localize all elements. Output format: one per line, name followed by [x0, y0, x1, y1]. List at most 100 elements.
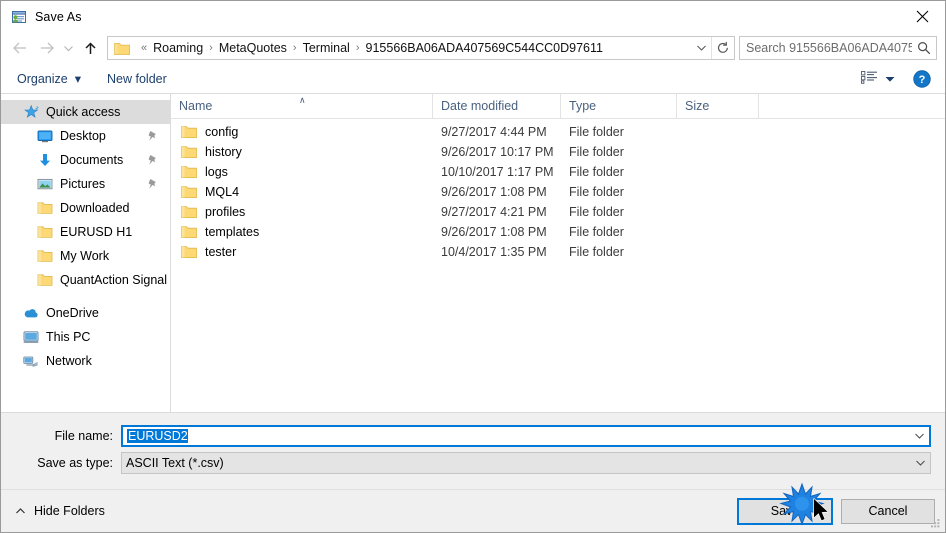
- onedrive-cloud-icon: [23, 305, 39, 321]
- file-name-label: File name:: [54, 429, 113, 443]
- save-as-type-row: Save as type: ASCII Text (*.csv): [1, 452, 945, 474]
- folder-icon: [37, 272, 53, 288]
- command-bar: Organize ▾ New folder ?: [1, 64, 945, 94]
- address-bar[interactable]: « Roaming › MetaQuotes › Terminal › 9155…: [107, 36, 735, 60]
- table-row[interactable]: logs 10/10/2017 1:17 PM File folder: [171, 162, 945, 182]
- save-as-type-select[interactable]: ASCII Text (*.csv): [121, 452, 931, 474]
- organize-button[interactable]: Organize ▾: [17, 71, 82, 87]
- search-input[interactable]: Search 915566BA06ADA40756...: [740, 41, 912, 55]
- folder-icon: [181, 185, 197, 199]
- sidebar-item-onedrive[interactable]: OneDrive: [1, 301, 170, 325]
- column-label: Date modified: [441, 99, 519, 113]
- sidebar-item-label: This PC: [46, 330, 91, 344]
- chevron-down-icon: [885, 72, 895, 86]
- table-row[interactable]: tester 10/4/2017 1:35 PM File folder: [171, 242, 945, 262]
- table-row[interactable]: config 9/27/2017 4:44 PM File folder: [171, 122, 945, 142]
- file-name-input[interactable]: EURUSD2: [121, 425, 931, 447]
- sidebar-item-pictures[interactable]: Pictures: [1, 172, 170, 196]
- save-button[interactable]: Save: [737, 497, 833, 525]
- sidebar-item-label: Quick access: [46, 105, 121, 119]
- file-type-cell: File folder: [569, 245, 624, 259]
- file-name-label: MQL4: [205, 185, 240, 199]
- search-box[interactable]: Search 915566BA06ADA40756...: [739, 36, 937, 60]
- file-name-value[interactable]: EURUSD2: [123, 429, 909, 443]
- view-options-button[interactable]: [861, 70, 895, 87]
- sidebar-item-downloaded[interactable]: Downloaded: [1, 196, 170, 220]
- breadcrumb-item-metaquotes[interactable]: MetaQuotes: [218, 41, 288, 55]
- sidebar-item-quantaction-signal[interactable]: QuantAction Signal: [1, 268, 170, 292]
- sidebar-item-label: QuantAction Signal: [60, 273, 168, 287]
- navigation-sidebar: Quick access Desktop Documents Pictures …: [1, 94, 171, 412]
- folder-icon: [181, 245, 197, 259]
- sidebar-item-eurusd-h1[interactable]: EURUSD H1: [1, 220, 170, 244]
- folder-icon: [114, 41, 130, 55]
- column-header-name[interactable]: Name ∧: [171, 94, 433, 118]
- sidebar-item-label: OneDrive: [46, 306, 99, 320]
- sidebar-item-quick-access[interactable]: Quick access: [1, 100, 170, 124]
- breadcrumb-separator: ›: [292, 42, 297, 54]
- save-as-icon: [11, 9, 27, 25]
- file-date-cell: 9/26/2017 1:08 PM: [441, 185, 547, 199]
- sidebar-item-this-pc[interactable]: This PC: [1, 325, 170, 349]
- sidebar-item-label: EURUSD H1: [60, 225, 133, 239]
- column-header-size[interactable]: Size: [677, 94, 759, 118]
- breadcrumb: « Roaming › MetaQuotes › Terminal › 9155…: [136, 41, 691, 55]
- chevron-down-icon: ▾: [74, 72, 82, 86]
- sidebar-item-network[interactable]: Network: [1, 349, 170, 373]
- breadcrumb-item-roaming[interactable]: Roaming: [152, 41, 204, 55]
- title-bar: Save As: [1, 1, 945, 32]
- dialog-body: Quick access Desktop Documents Pictures …: [1, 94, 945, 413]
- organize-label: Organize: [17, 71, 68, 86]
- help-icon[interactable]: ?: [913, 69, 931, 88]
- file-date-cell: 9/26/2017 10:17 PM: [441, 145, 554, 159]
- refresh-icon[interactable]: [711, 37, 734, 59]
- forward-arrow-icon[interactable]: [33, 35, 59, 61]
- hide-folders-button[interactable]: Hide Folders: [15, 504, 105, 518]
- table-row[interactable]: history 9/26/2017 10:17 PM File folder: [171, 142, 945, 162]
- file-date-cell: 10/10/2017 1:17 PM: [441, 165, 554, 179]
- breadcrumb-leading-separator: «: [141, 42, 148, 54]
- cancel-button[interactable]: Cancel: [841, 498, 935, 524]
- breadcrumb-separator: ›: [355, 42, 360, 54]
- file-name-cell: history: [171, 145, 433, 159]
- breadcrumb-item-terminal[interactable]: Terminal: [302, 41, 351, 55]
- sidebar-item-label: Desktop: [60, 129, 106, 143]
- new-folder-button[interactable]: New folder: [107, 72, 167, 86]
- sidebar-item-my-work[interactable]: My Work: [1, 244, 170, 268]
- save-form: File name: EURUSD2 Save as type: ASCII T…: [1, 413, 945, 489]
- chevron-down-icon[interactable]: [691, 44, 711, 52]
- close-button[interactable]: [899, 1, 945, 31]
- chevron-down-icon[interactable]: [909, 432, 929, 440]
- table-row[interactable]: templates 9/26/2017 1:08 PM File folder: [171, 222, 945, 242]
- table-row[interactable]: MQL4 9/26/2017 1:08 PM File folder: [171, 182, 945, 202]
- sidebar-item-documents[interactable]: Documents: [1, 148, 170, 172]
- column-header-type[interactable]: Type: [561, 94, 677, 118]
- breadcrumb-item-terminal-id[interactable]: 915566BA06ADA407569C544CC0D97611: [365, 41, 604, 55]
- back-arrow-icon[interactable]: [7, 35, 33, 61]
- column-label: Size: [685, 99, 710, 113]
- folder-icon: [37, 248, 53, 264]
- file-name-label: config: [205, 125, 239, 139]
- hide-folders-label: Hide Folders: [34, 504, 105, 518]
- file-type-cell: File folder: [569, 125, 624, 139]
- file-name-label: profiles: [205, 205, 246, 219]
- file-name-selected-text: EURUSD2: [127, 429, 188, 443]
- file-name-cell: config: [171, 125, 433, 139]
- chevron-down-icon[interactable]: [910, 459, 930, 467]
- search-icon: [912, 41, 936, 55]
- file-date-cell: 9/26/2017 1:08 PM: [441, 225, 547, 239]
- table-row[interactable]: profiles 9/27/2017 4:21 PM File folder: [171, 202, 945, 222]
- network-icon: [23, 353, 39, 369]
- folder-icon: [181, 125, 197, 139]
- folder-icon: [181, 205, 197, 219]
- pin-icon: [147, 154, 158, 166]
- recent-locations-chevron-icon[interactable]: [59, 35, 77, 61]
- file-type-cell: File folder: [569, 165, 624, 179]
- column-header-date-modified[interactable]: Date modified: [433, 94, 561, 118]
- up-arrow-icon[interactable]: [77, 35, 103, 61]
- sidebar-item-desktop[interactable]: Desktop: [1, 124, 170, 148]
- resize-grip-icon[interactable]: [929, 517, 941, 529]
- file-date-cell: 9/27/2017 4:44 PM: [441, 125, 547, 139]
- file-rows: config 9/27/2017 4:44 PM File folder his…: [171, 119, 945, 412]
- view-layout-icon: [861, 70, 878, 87]
